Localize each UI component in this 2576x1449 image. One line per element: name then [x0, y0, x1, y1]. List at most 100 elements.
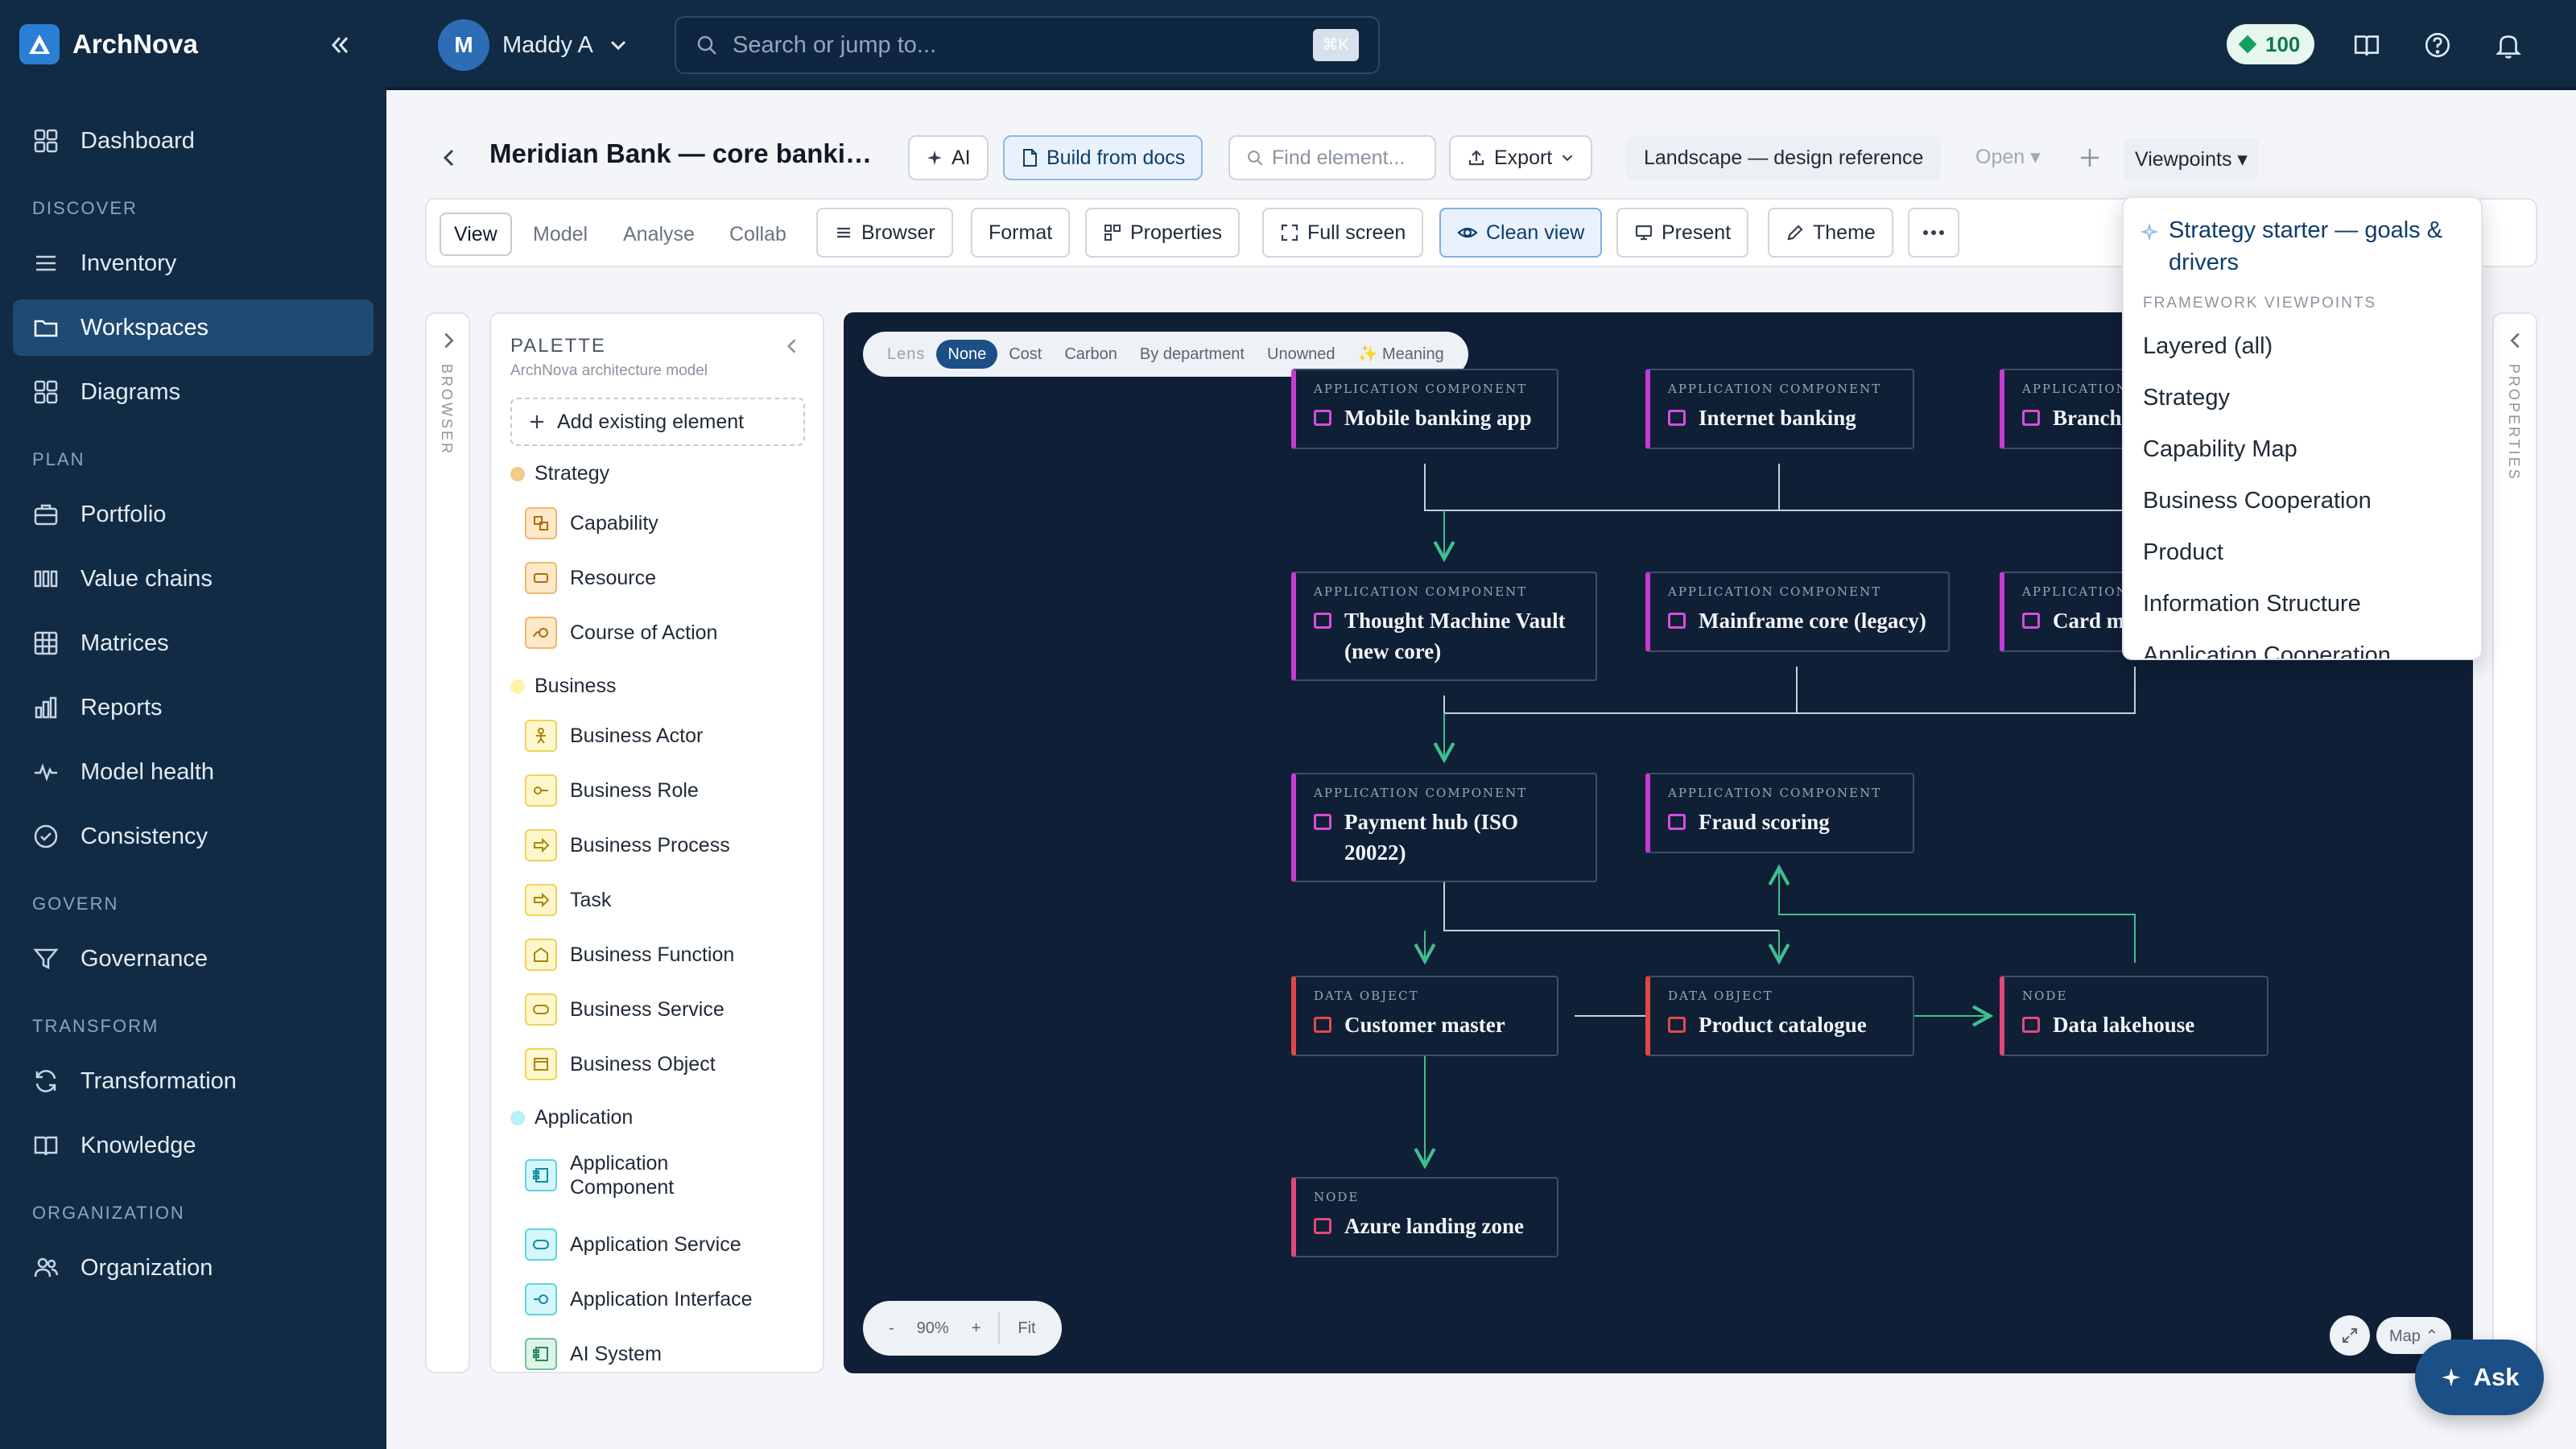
- sidebar-item-governance[interactable]: Governance: [13, 931, 374, 987]
- properties-rail[interactable]: PROPERTIES: [2492, 312, 2537, 1373]
- node-internet-banking[interactable]: APPLICATION COMPONENT Internet banking: [1645, 369, 1914, 449]
- landscape-chip[interactable]: Landscape — design reference: [1626, 135, 1942, 180]
- sidebar-item-inventory[interactable]: Inventory: [13, 235, 374, 291]
- collapse-sidebar-button[interactable]: [322, 27, 357, 63]
- build-from-docs-button[interactable]: Build from docs: [1003, 135, 1203, 180]
- palette-item-business-process[interactable]: Business Process: [525, 829, 799, 861]
- notifications-button[interactable]: [2491, 27, 2526, 63]
- clean-view-button[interactable]: Clean view: [1439, 208, 1603, 258]
- viewpoint-application-cooperation[interactable]: Application Cooperation: [2143, 642, 2391, 658]
- back-button[interactable]: [431, 140, 467, 175]
- more-options-button[interactable]: [1908, 208, 1959, 258]
- palette-item-ai-system[interactable]: AI System: [525, 1338, 799, 1370]
- help-button[interactable]: [2420, 27, 2455, 63]
- sidebar-item-label: Governance: [80, 945, 208, 972]
- lens-option-meaning[interactable]: ✨ Meaning: [1347, 340, 1455, 369]
- palette-item-application-service[interactable]: Application Service: [525, 1228, 799, 1261]
- viewpoint-strategy-starter[interactable]: Strategy starter — goals & drivers: [2141, 214, 2463, 279]
- lens-option-unowned[interactable]: Unowned: [1256, 340, 1347, 369]
- sidebar-item-consistency[interactable]: Consistency: [13, 808, 374, 865]
- browser-rail[interactable]: BROWSER: [425, 312, 470, 1373]
- ask-assistant-button[interactable]: Ask: [2415, 1340, 2544, 1415]
- viewpoints-button[interactable]: Viewpoints ▾: [2124, 138, 2259, 180]
- palette-item-course-of-action[interactable]: Course of Action: [525, 617, 799, 649]
- node-name-text: Card m: [2053, 609, 2125, 633]
- fit-button[interactable]: Fit: [1006, 1319, 1046, 1338]
- node-data-lakehouse[interactable]: NODE Data lakehouse: [2000, 976, 2268, 1056]
- open-menu[interactable]: Open ▾: [1975, 145, 2041, 169]
- lens-option-cost[interactable]: Cost: [997, 340, 1053, 369]
- lens-option-carbon[interactable]: Carbon: [1053, 340, 1129, 369]
- sidebar-item-model-health[interactable]: Model health: [13, 744, 374, 800]
- user-menu[interactable]: M Maddy A: [438, 19, 629, 71]
- tab-model[interactable]: Model: [520, 213, 601, 256]
- application-service-icon: [525, 1228, 557, 1261]
- palette-item-capability[interactable]: Capability: [525, 507, 799, 539]
- add-existing-element-button[interactable]: Add existing element: [510, 398, 805, 446]
- sidebar-item-transformation[interactable]: Transformation: [13, 1053, 374, 1109]
- tab-analyse[interactable]: Analyse: [610, 213, 708, 256]
- fullscreen-icon: [1281, 224, 1298, 242]
- lens-option-by-department[interactable]: By department: [1129, 340, 1256, 369]
- viewpoint-layered-all[interactable]: Layered (all): [2143, 333, 2273, 360]
- node-customer-master[interactable]: DATA OBJECT Customer master: [1291, 976, 1558, 1056]
- node-fraud-scoring[interactable]: APPLICATION COMPONENT Fraud scoring: [1645, 773, 1914, 853]
- palette-item-task[interactable]: Task: [525, 884, 799, 916]
- zoom-out-button[interactable]: -: [877, 1319, 906, 1338]
- palette-item-business-service[interactable]: Business Service: [525, 993, 799, 1026]
- viewpoint-capability-map[interactable]: Capability Map: [2143, 436, 2297, 463]
- global-search-input[interactable]: Search or jump to... ⌘K: [675, 16, 1380, 74]
- palette-group-application[interactable]: Application: [510, 1106, 633, 1129]
- sidebar-item-value-chains[interactable]: Value chains: [13, 551, 374, 607]
- palette-item-label: Business Role: [570, 778, 699, 802]
- docs-button[interactable]: [2349, 27, 2384, 63]
- tab-collab[interactable]: Collab: [716, 213, 799, 256]
- palette-item-business-function[interactable]: Business Function: [525, 939, 799, 971]
- theme-button[interactable]: Theme: [1768, 208, 1893, 258]
- palette-group-strategy[interactable]: Strategy: [510, 462, 609, 485]
- present-button[interactable]: Present: [1616, 208, 1749, 258]
- sidebar-item-reports[interactable]: Reports: [13, 679, 374, 736]
- sidebar-item-matrices[interactable]: Matrices: [13, 615, 374, 671]
- node-azure-landing-zone[interactable]: NODE Azure landing zone: [1291, 1177, 1558, 1257]
- palette-item-business-role[interactable]: Business Role: [525, 774, 799, 807]
- brand[interactable]: ArchNova: [19, 24, 198, 64]
- sidebar-item-organization[interactable]: Organization: [13, 1240, 374, 1296]
- node-product-catalogue[interactable]: DATA OBJECT Product catalogue: [1645, 976, 1914, 1056]
- sidebar-item-workspaces[interactable]: Workspaces: [13, 299, 374, 356]
- palette-item-business-object[interactable]: Business Object: [525, 1048, 799, 1080]
- dashboard-icon: [34, 129, 58, 153]
- sidebar-item-portfolio[interactable]: Portfolio: [13, 486, 374, 543]
- infrastructure-node-icon: [2022, 1017, 2040, 1033]
- credits-badge[interactable]: 100: [2227, 24, 2315, 64]
- node-payment-hub[interactable]: APPLICATION COMPONENT Payment hub (ISO 2…: [1291, 773, 1597, 882]
- viewpoint-information-structure[interactable]: Information Structure: [2143, 591, 2361, 617]
- format-button[interactable]: Format: [971, 208, 1071, 258]
- viewpoint-business-cooperation[interactable]: Business Cooperation: [2143, 488, 2372, 514]
- expand-canvas-button[interactable]: [2330, 1315, 2370, 1356]
- palette-group-business[interactable]: Business: [510, 675, 616, 698]
- properties-button[interactable]: Properties: [1085, 208, 1240, 258]
- sidebar-item-knowledge[interactable]: Knowledge: [13, 1117, 374, 1174]
- ai-button[interactable]: AI: [908, 135, 989, 180]
- sidebar-item-dashboard[interactable]: Dashboard: [13, 113, 374, 169]
- palette-item-business-actor[interactable]: Business Actor: [525, 720, 799, 752]
- node-mainframe-core[interactable]: APPLICATION COMPONENT Mainframe core (le…: [1645, 572, 1950, 652]
- sidebar-item-diagrams[interactable]: Diagrams: [13, 364, 374, 420]
- node-thought-machine-vault[interactable]: APPLICATION COMPONENT Thought Machine Va…: [1291, 572, 1597, 681]
- find-element-input[interactable]: Find element...: [1228, 135, 1436, 180]
- tab-view[interactable]: View: [440, 213, 512, 256]
- export-button[interactable]: Export: [1449, 135, 1593, 180]
- node-mobile-banking-app[interactable]: APPLICATION COMPONENT Mobile banking app: [1291, 369, 1558, 449]
- lens-option-none[interactable]: None: [936, 340, 998, 369]
- add-view-button[interactable]: [2072, 140, 2107, 175]
- viewpoint-product[interactable]: Product: [2143, 539, 2223, 566]
- zoom-in-button[interactable]: +: [960, 1319, 993, 1338]
- viewpoint-strategy[interactable]: Strategy: [2143, 385, 2230, 411]
- palette-item-application-interface[interactable]: Application Interface: [525, 1283, 799, 1315]
- browser-button[interactable]: Browser: [816, 208, 953, 258]
- node-type: NODE: [1314, 1190, 1360, 1204]
- full-screen-button[interactable]: Full screen: [1262, 208, 1424, 258]
- palette-item-resource[interactable]: Resource: [525, 562, 799, 594]
- palette-item-application-component[interactable]: Application Component: [525, 1151, 799, 1199]
